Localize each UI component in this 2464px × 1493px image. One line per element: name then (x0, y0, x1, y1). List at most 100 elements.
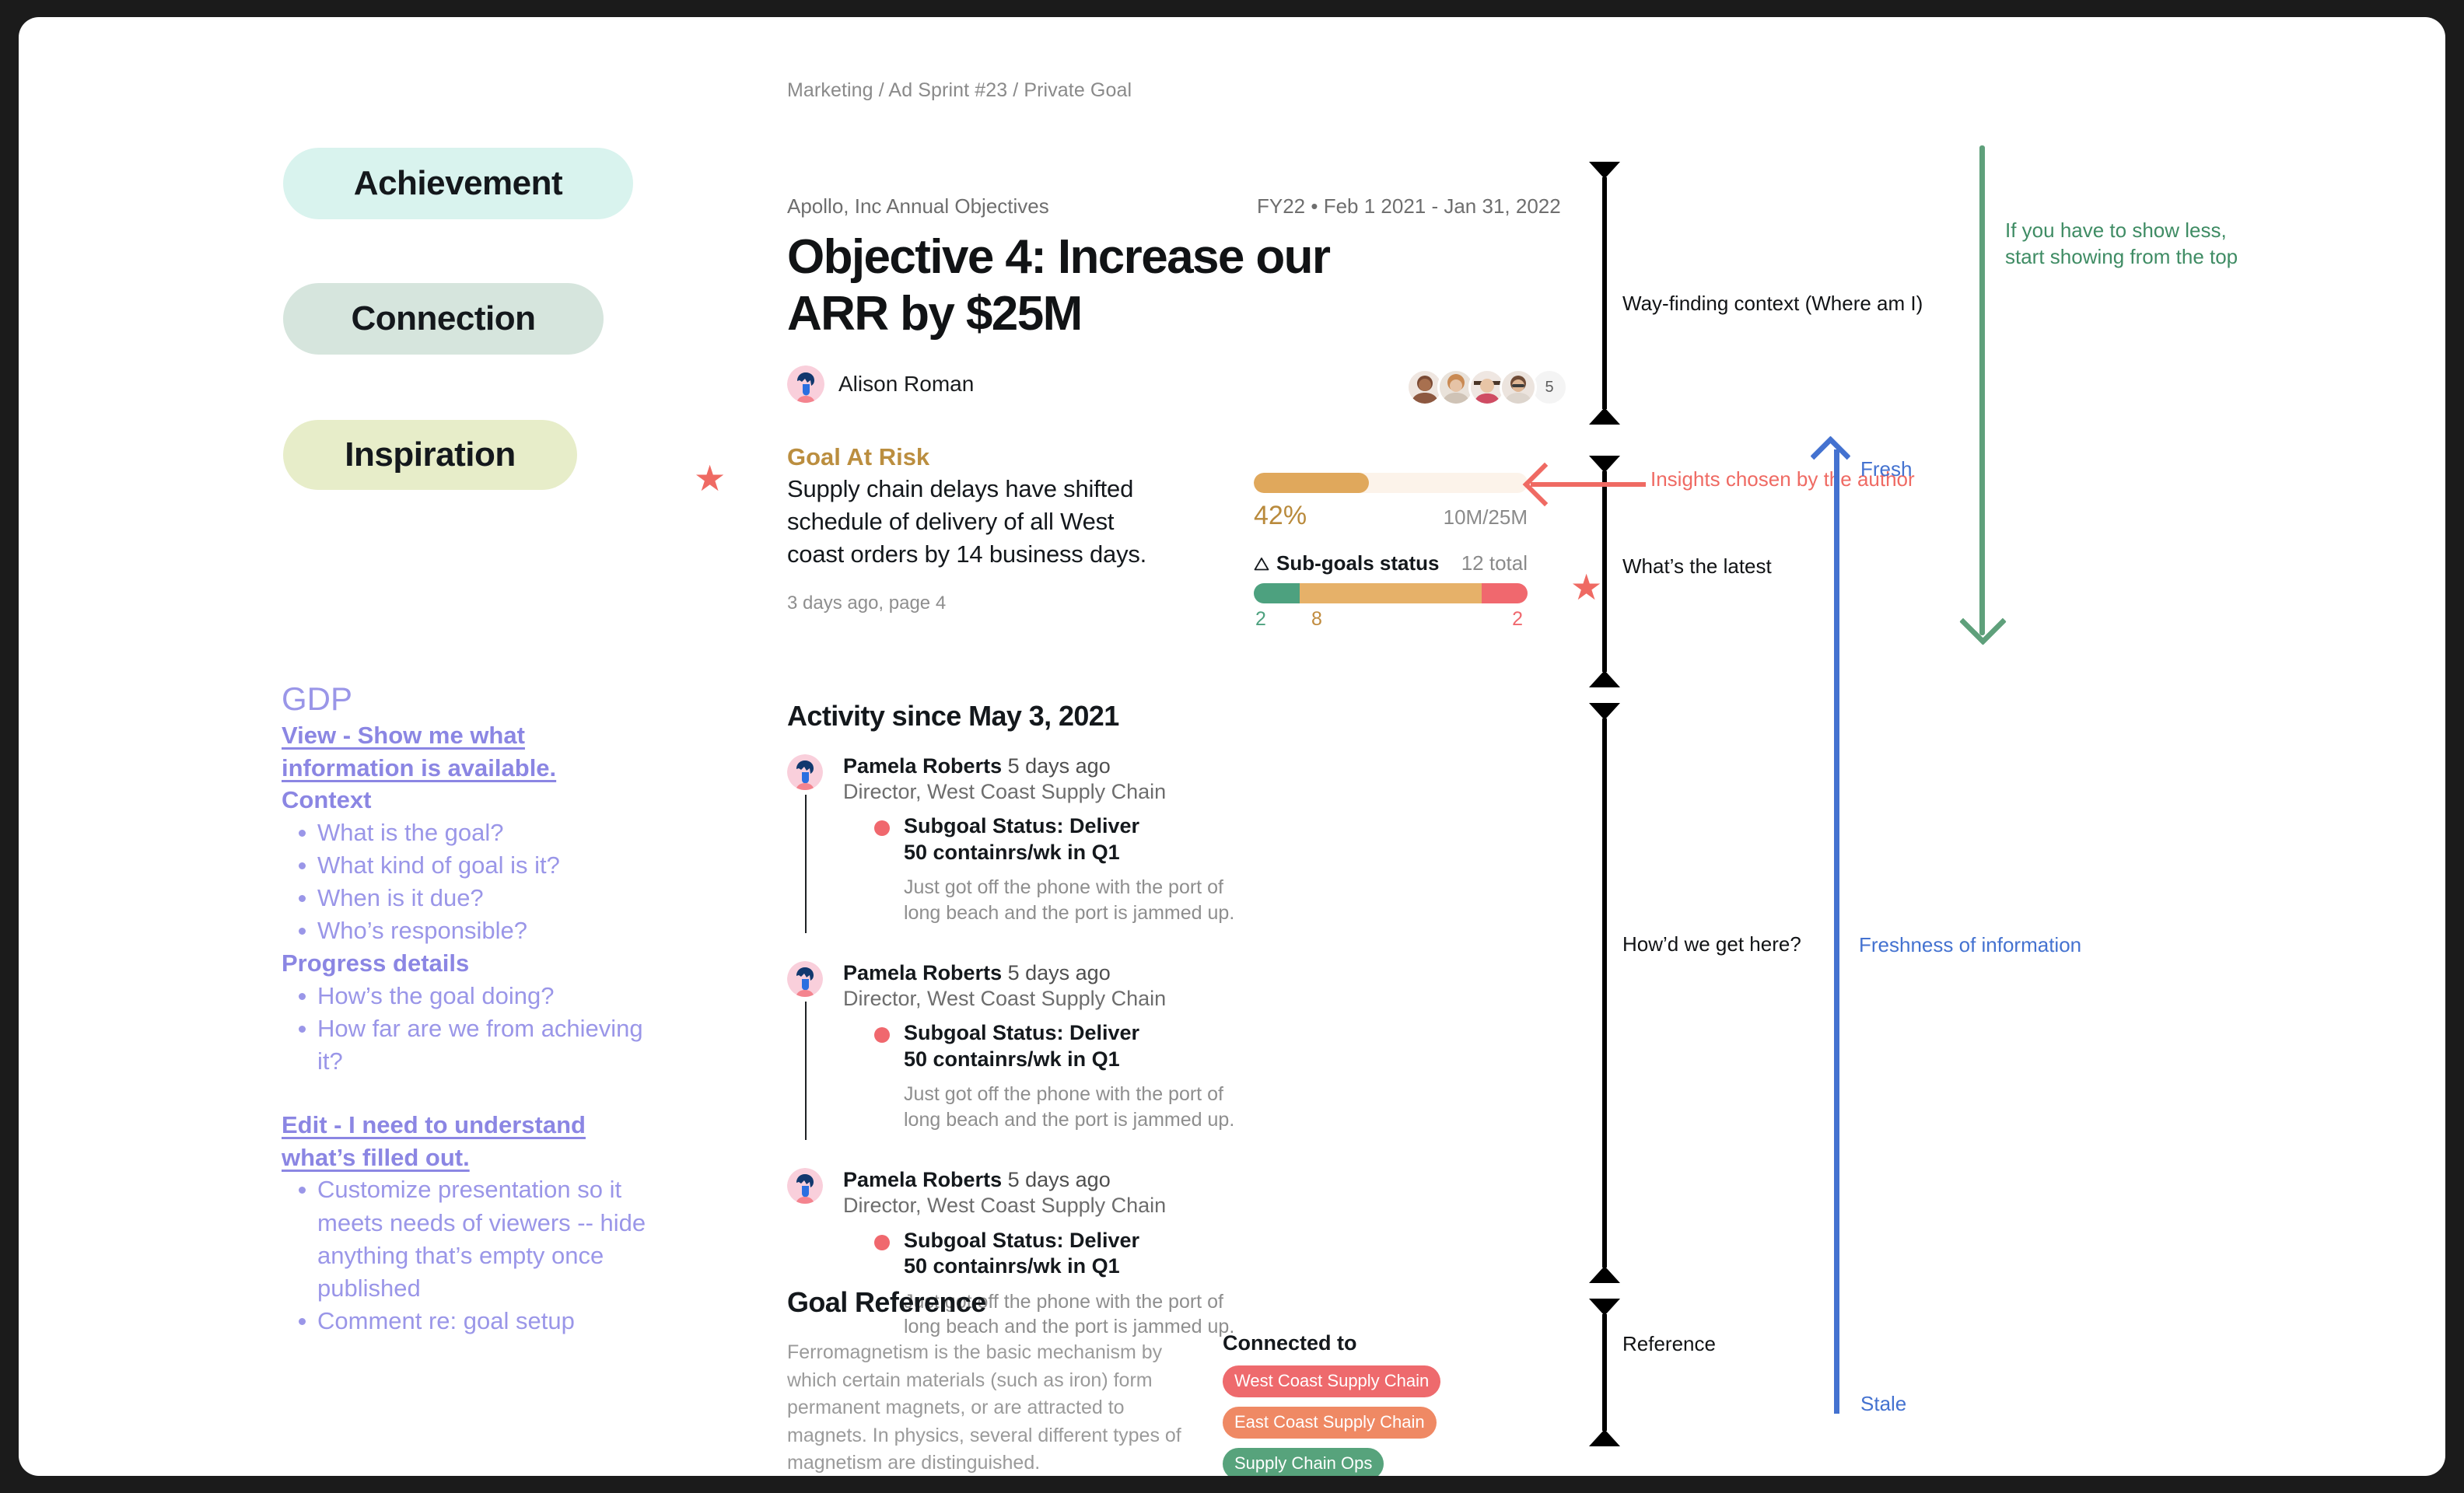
activity-note: Just got off the phone with the port of … (904, 1083, 1235, 1131)
progress-percent: 42% (1254, 501, 1307, 530)
activity-status-text: Subgoal Status: Deliver 50 containrs/wk … (904, 1021, 1140, 1071)
segment-at-risk (1299, 583, 1482, 603)
avatar-photo-icon (1409, 371, 1441, 404)
subgoals-header: Sub-goals status 12 total (1254, 551, 1528, 575)
activity-item[interactable]: Pamela Roberts 5 days ago Director, West… (787, 754, 1234, 934)
status-dot-icon (874, 1027, 890, 1044)
collaborator-avatars[interactable]: 5 (1406, 369, 1568, 406)
activity-timestamp: 5 days ago (1007, 961, 1111, 985)
connected-tag-list: West Coast Supply Chain East Coast Suppl… (1223, 1365, 1580, 1476)
arrow-down-icon (1959, 598, 2007, 645)
insight-body: Supply chain delays have shifted schedul… (787, 475, 1147, 568)
activity-status-row: Subgoal Status: Deliver 50 containrs/wk … (843, 813, 1199, 865)
pill-achievement[interactable]: Achievement (283, 148, 633, 219)
activity-title: Activity since May 3, 2021 (787, 700, 1119, 732)
activity-list: Pamela Roberts 5 days ago Director, West… (787, 754, 1234, 1376)
subgoals-title: Sub-goals status (1254, 551, 1439, 575)
segment-on-track (1254, 583, 1300, 603)
subgoals-title-label: Sub-goals status (1276, 551, 1440, 575)
annotation-bracket-wayfinding (1602, 177, 1607, 409)
gdp-context-label: Context (282, 786, 372, 814)
segment-off-track (1482, 583, 1528, 603)
activity-timestamp: 5 days ago (1007, 754, 1111, 778)
status-dot-icon (874, 1234, 890, 1250)
activity-status-text: Subgoal Status: Deliver 50 containrs/wk … (904, 814, 1140, 864)
activity-author-name: Pamela Roberts (843, 961, 1003, 985)
list-item: Customize presentation so it meets needs… (299, 1173, 663, 1305)
activity-role: Director, West Coast Supply Chain (843, 987, 1167, 1011)
canvas-page: Achievement Connection Inspiration ★ ★ G… (19, 17, 2445, 1476)
list-item: What kind of goal is it? (299, 849, 663, 882)
star-marker-icon: ★ (694, 458, 726, 498)
freshness-axis-line (1834, 449, 1839, 1414)
avatar-illustration-icon (787, 961, 823, 998)
avatar[interactable] (787, 961, 823, 998)
annotation-bracket-history (1602, 719, 1607, 1267)
list-item: Who’s responsible? (299, 914, 663, 947)
gdp-edit-link[interactable]: Edit - I need to understand what’s fille… (282, 1109, 663, 1173)
activity-item[interactable]: Pamela Roberts 5 days ago Director, West… (787, 961, 1234, 1141)
freshness-axis-label: Freshness of information (1859, 933, 2082, 956)
gdp-progress-list: How’s the goal doing? How far are we fro… (282, 980, 663, 1078)
pill-connection[interactable]: Connection (283, 283, 604, 355)
avatar[interactable] (1500, 369, 1537, 406)
activity-timestamp: 5 days ago (1007, 1168, 1111, 1192)
gdp-progress-label: Progress details (282, 949, 470, 977)
annotation-label-wayfinding: Way-finding context (Where am I) (1622, 292, 1923, 315)
list-item: How far are we from achieving it? (299, 1012, 663, 1078)
status-badge: Goal At Risk (787, 443, 930, 470)
segment-label: 2 (1512, 608, 1523, 630)
avatar-illustration-icon (787, 754, 823, 790)
avatar[interactable] (787, 754, 823, 790)
subgoals-segmented-bar[interactable] (1254, 583, 1528, 603)
progress-widget: 42% 10M/25M Sub-goals status 12 total 2 … (1254, 473, 1528, 635)
tag-east-coast-supply-chain[interactable]: East Coast Supply Chain (1223, 1407, 1437, 1439)
owner-name: Alison Roman (838, 372, 975, 396)
connected-to-label: Connected to (1223, 1331, 1357, 1355)
activity-role: Director, West Coast Supply Chain (843, 1194, 1167, 1218)
timeline-rail (805, 1002, 807, 1141)
breadcrumb[interactable]: Marketing / Ad Sprint #23 / Private Goal (787, 79, 1132, 102)
freshness-top-label: Fresh (1860, 457, 1913, 481)
progress-ratio: 10M/25M (1443, 505, 1528, 529)
annotation-label-history: How’d we get here? (1622, 932, 1801, 956)
avatar-photo-icon (1471, 371, 1503, 404)
show-less-arrow-line (1979, 145, 1985, 635)
segment-label: 2 (1255, 608, 1266, 630)
annotation-label-show-less: If you have to show less, start showing … (2005, 219, 2238, 268)
avatar[interactable] (787, 1168, 823, 1205)
avatar-photo-icon (1502, 371, 1535, 404)
gdp-context-list: What is the goal? What kind of goal is i… (282, 816, 663, 948)
red-callout-arrow-icon (1531, 482, 1646, 487)
owner-row: Alison Roman (787, 365, 974, 403)
activity-note: Just got off the phone with the port of … (904, 876, 1235, 924)
annotation-label-reference: Reference (1622, 1332, 1716, 1355)
gdp-title: GDP (282, 680, 353, 717)
document-period-label: FY22 • Feb 1 2021 - Jan 31, 2022 (1257, 194, 1561, 218)
tag-supply-chain-ops[interactable]: Supply Chain Ops (1223, 1448, 1384, 1476)
list-item: How’s the goal doing? (299, 980, 663, 1012)
page-title: Objective 4: Increase our ARR by $25M (787, 230, 1331, 341)
subgoals-total: 12 total (1461, 551, 1528, 575)
activity-author: Pamela Roberts 5 days ago (843, 1168, 1199, 1193)
avatar-photo-icon (1440, 371, 1472, 404)
pill-achievement-label: Achievement (353, 164, 563, 202)
avatar[interactable] (787, 365, 824, 403)
tag-west-coast-supply-chain[interactable]: West Coast Supply Chain (1223, 1365, 1441, 1397)
activity-author-name: Pamela Roberts (843, 1168, 1003, 1192)
gdp-edit-list: Customize presentation so it meets needs… (282, 1173, 663, 1337)
gdp-view-link[interactable]: View - Show me what information is avail… (282, 719, 663, 784)
annotation-bracket-reference (1602, 1314, 1607, 1431)
annotation-bracket-latest (1602, 471, 1607, 672)
pill-inspiration[interactable]: Inspiration (283, 420, 577, 490)
list-item: Comment re: goal setup (299, 1305, 663, 1337)
star-marker-icon: ★ (1570, 567, 1603, 607)
list-item: When is it due? (299, 882, 663, 914)
list-item: What is the goal? (299, 816, 663, 849)
progress-numbers: 42% 10M/25M (1254, 501, 1528, 531)
status-dot-icon (874, 820, 890, 837)
avatar-illustration-icon (787, 365, 824, 403)
document-org-label: Apollo, Inc Annual Objectives (787, 194, 1049, 218)
progress-bar-track[interactable] (1254, 473, 1528, 493)
